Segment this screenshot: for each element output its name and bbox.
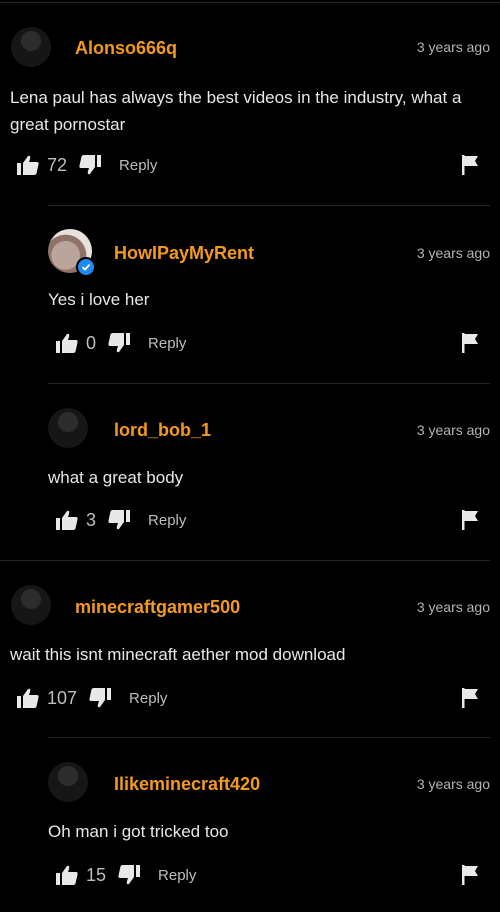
verified-check-icon: [76, 257, 96, 277]
divider: [48, 205, 490, 206]
like-count: 15: [86, 864, 107, 885]
comment-timestamp: 3 years ago: [416, 776, 490, 792]
thumbs-up-icon[interactable]: [56, 510, 78, 530]
comment-actions: 3 Reply: [56, 507, 500, 533]
flag-icon[interactable]: [462, 865, 478, 885]
comment-text: Oh man i got tricked too: [48, 822, 229, 841]
divider: [48, 737, 490, 738]
flag-icon[interactable]: [462, 510, 478, 530]
comment-actions: 0 Reply: [56, 330, 500, 356]
comment-text: Lena paul has always the best videos in …: [10, 88, 462, 134]
comment-actions: 107 Reply: [17, 685, 500, 711]
comment-actions: 15 Reply: [56, 862, 500, 888]
comment-text: Yes i love her: [48, 290, 150, 309]
comment-timestamp: 3 years ago: [416, 599, 490, 615]
comment-username[interactable]: HowIPayMyRent: [114, 243, 254, 264]
flag-icon[interactable]: [462, 333, 478, 353]
comment-actions: 72 Reply: [17, 152, 500, 178]
reply-button[interactable]: Reply: [148, 512, 186, 529]
thumbs-down-icon[interactable]: [108, 510, 131, 530]
comment-text: what a great body: [48, 468, 184, 487]
flag-icon[interactable]: [462, 155, 478, 175]
reply-button[interactable]: Reply: [119, 157, 157, 174]
like-count: 107: [47, 687, 78, 708]
thumbs-down-icon[interactable]: [108, 333, 131, 353]
reply-button[interactable]: Reply: [148, 335, 186, 352]
comment-username[interactable]: Alonso666q: [75, 38, 177, 59]
thumbs-down-icon[interactable]: [89, 688, 112, 708]
divider: [0, 2, 500, 3]
thumbs-up-icon[interactable]: [17, 688, 39, 708]
like-count: 3: [86, 509, 97, 530]
thumbs-down-icon[interactable]: [79, 155, 102, 175]
avatar[interactable]: [48, 229, 96, 277]
comment-timestamp: 3 years ago: [416, 245, 490, 261]
flag-icon[interactable]: [462, 688, 478, 708]
thumbs-up-icon[interactable]: [17, 155, 39, 175]
comment-text: wait this isnt minecraft aether mod down…: [10, 645, 346, 664]
avatar[interactable]: [48, 408, 88, 448]
like-count: 0: [86, 332, 97, 353]
avatar[interactable]: [11, 585, 51, 625]
reply-button[interactable]: Reply: [158, 867, 196, 884]
thumbs-up-icon[interactable]: [56, 865, 78, 885]
divider: [48, 383, 490, 384]
comment-username[interactable]: Ilikeminecraft420: [114, 774, 260, 795]
comment-timestamp: 3 years ago: [416, 39, 490, 55]
comments-page: Alonso666q 3 years ago Lena paul has alw…: [0, 0, 500, 912]
comment-timestamp: 3 years ago: [416, 422, 490, 438]
thumbs-down-icon[interactable]: [118, 865, 141, 885]
thumbs-up-icon[interactable]: [56, 333, 78, 353]
reply-button[interactable]: Reply: [129, 690, 167, 707]
avatar[interactable]: [48, 762, 88, 802]
like-count: 72: [47, 154, 68, 175]
avatar[interactable]: [11, 27, 51, 67]
divider: [0, 560, 490, 561]
comment-username[interactable]: lord_bob_1: [114, 420, 211, 441]
comment-username[interactable]: minecraftgamer500: [75, 597, 240, 618]
